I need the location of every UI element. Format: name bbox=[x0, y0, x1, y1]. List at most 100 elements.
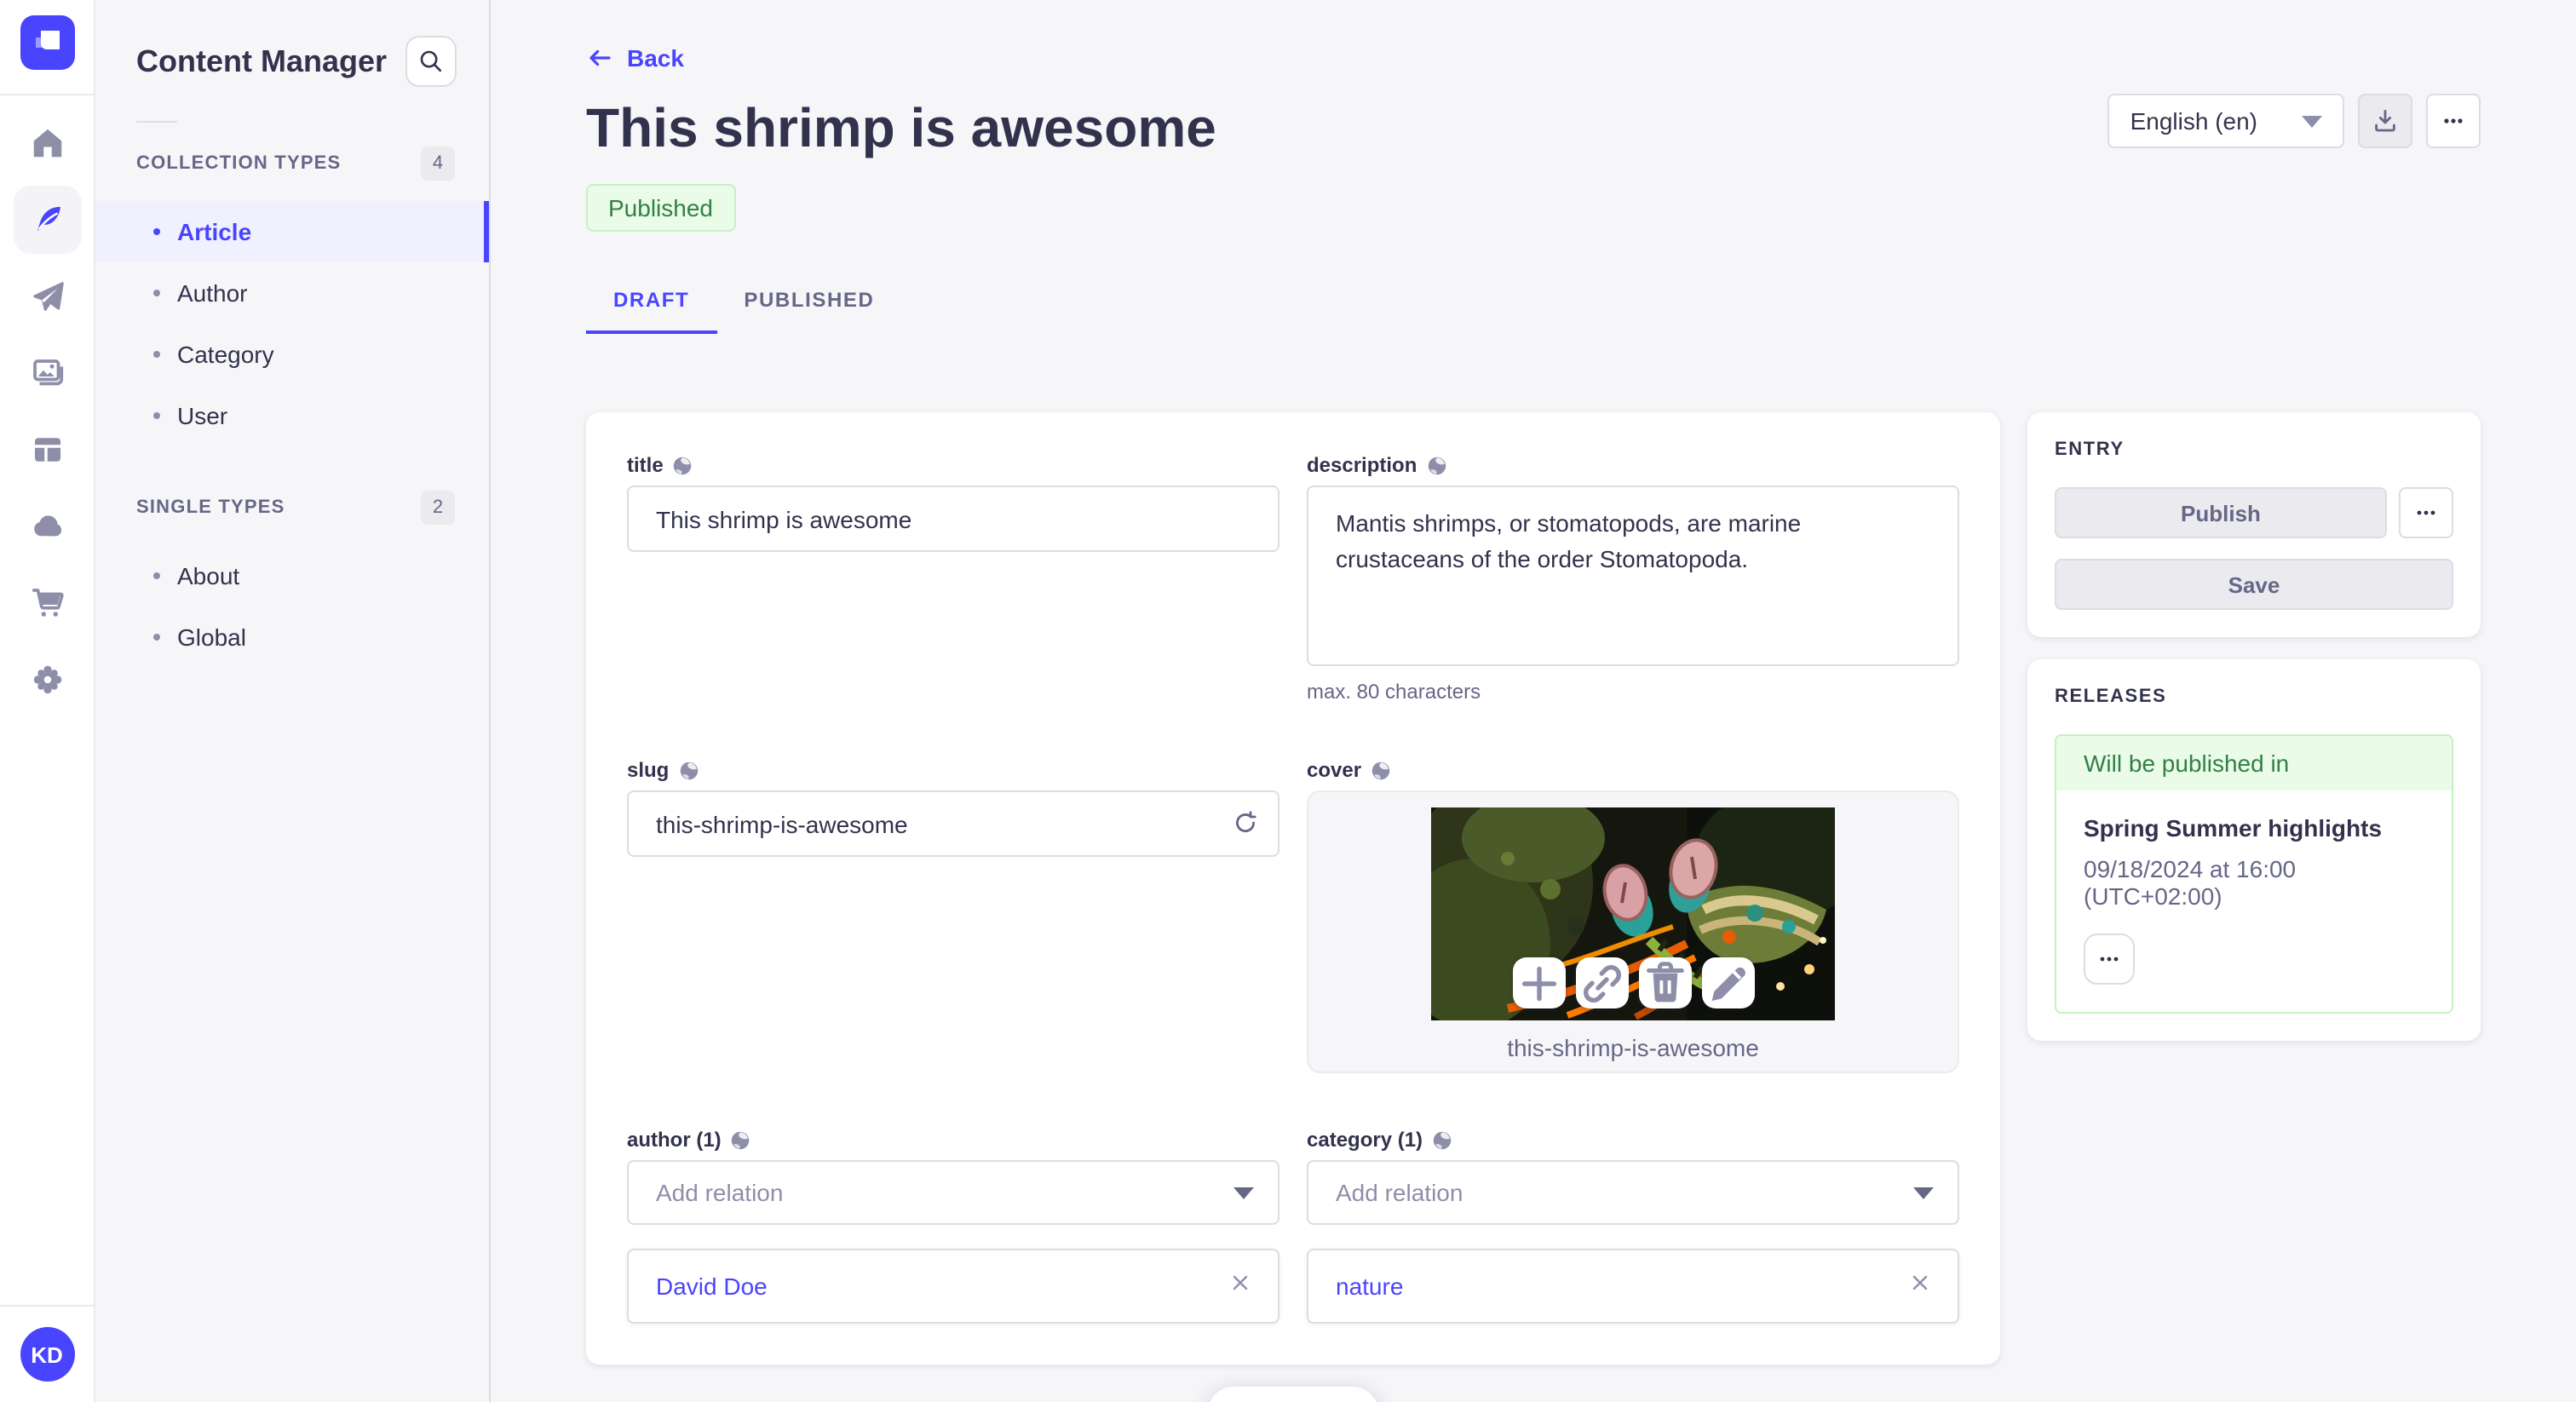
page-title: This shrimp is awesome bbox=[586, 97, 1216, 158]
single-types-count: 2 bbox=[421, 491, 455, 525]
description-textarea[interactable]: Mantis shrimps, or stomatopods, are mari… bbox=[1307, 486, 1959, 666]
title-field-label: title bbox=[627, 453, 664, 477]
description-field-label: description bbox=[1307, 453, 1417, 477]
release-title[interactable]: Spring Summer highlights bbox=[2084, 814, 2424, 842]
pencil-icon bbox=[1711, 966, 1745, 1001]
category-relation-item: nature bbox=[1307, 1249, 1959, 1324]
header-controls: English (en) bbox=[2107, 94, 2481, 148]
collection-types-label: COLLECTION TYPES bbox=[136, 153, 342, 174]
marketplace-cart-icon[interactable] bbox=[13, 569, 81, 637]
settings-gear-icon[interactable] bbox=[13, 646, 81, 714]
category-relation-select[interactable]: Add relation bbox=[1307, 1160, 1959, 1225]
edit-media-button[interactable] bbox=[1701, 957, 1754, 1008]
content-manager-icon[interactable] bbox=[13, 186, 81, 254]
globe-icon bbox=[1371, 761, 1390, 779]
sidebar-item-label: Global bbox=[177, 623, 246, 651]
releases-panel: RELEASES Will be published in Spring Sum… bbox=[2027, 659, 2481, 1041]
sidebar-item-about[interactable]: About bbox=[95, 545, 489, 606]
subnav-divider bbox=[136, 121, 177, 123]
category-relation-link[interactable]: nature bbox=[1336, 1273, 1403, 1300]
tab-draft[interactable]: DRAFT bbox=[586, 288, 717, 334]
title-input[interactable] bbox=[627, 486, 1279, 552]
sidebar-item-article[interactable]: Article bbox=[95, 201, 489, 262]
chevron-down-icon bbox=[1913, 1187, 1934, 1198]
cover-media-panel: this-shrimp-is-awesome bbox=[1307, 790, 1959, 1073]
media-library-icon[interactable] bbox=[13, 339, 81, 407]
refresh-icon bbox=[1236, 811, 1256, 833]
rail-nav bbox=[13, 109, 81, 714]
main-content: Back This shrimp is awesome English (en)… bbox=[491, 0, 2576, 1402]
field-author: author (1) Add relation David Doe bbox=[627, 1128, 1279, 1324]
export-button[interactable] bbox=[2358, 94, 2412, 148]
cover-field-label: cover bbox=[1307, 758, 1362, 782]
entry-panel-title: ENTRY bbox=[2055, 440, 2125, 460]
deploy-cloud-icon[interactable] bbox=[13, 492, 81, 560]
release-more-button[interactable] bbox=[2084, 934, 2135, 985]
download-icon bbox=[2375, 110, 2395, 132]
author-relation-link[interactable]: David Doe bbox=[656, 1273, 768, 1300]
sidebar-item-category[interactable]: Category bbox=[95, 324, 489, 385]
slug-field-label: slug bbox=[627, 758, 670, 782]
author-relation-item: David Doe bbox=[627, 1249, 1279, 1324]
delete-media-button[interactable] bbox=[1638, 957, 1691, 1008]
remove-author-relation-button[interactable] bbox=[1227, 1268, 1254, 1304]
publish-button[interactable]: Publish bbox=[2055, 487, 2387, 538]
back-link[interactable]: Back bbox=[586, 44, 684, 72]
sidebar-item-label: Article bbox=[177, 218, 252, 245]
release-status: Will be published in bbox=[2056, 736, 2452, 790]
release-card: Will be published in Spring Summer highl… bbox=[2055, 734, 2453, 1014]
bullet-icon bbox=[153, 572, 160, 579]
locale-value: English (en) bbox=[2130, 107, 2257, 135]
content-manager-subnav: Content Manager COLLECTION TYPES 4 Artic… bbox=[95, 0, 491, 1402]
sidebar-item-label: User bbox=[177, 402, 228, 429]
back-label: Back bbox=[627, 44, 684, 72]
save-button[interactable]: Save bbox=[2055, 559, 2453, 610]
logo-cell bbox=[0, 0, 95, 95]
main-nav-rail: KD bbox=[0, 0, 95, 1402]
locale-select[interactable]: English (en) bbox=[2107, 94, 2344, 148]
close-icon bbox=[1233, 1274, 1248, 1290]
sidebar-item-author[interactable]: Author bbox=[95, 262, 489, 324]
back-arrow-icon bbox=[589, 49, 611, 66]
search-button[interactable] bbox=[405, 36, 457, 87]
content-type-builder-icon[interactable] bbox=[13, 416, 81, 484]
category-field-label: category (1) bbox=[1307, 1128, 1423, 1152]
entry-more-button[interactable] bbox=[2399, 487, 2453, 538]
category-placeholder: Add relation bbox=[1336, 1179, 1463, 1206]
field-title: title bbox=[627, 453, 1279, 704]
collection-types-list: Article Author Category User bbox=[95, 201, 489, 446]
sidebar-item-label: Category bbox=[177, 341, 274, 368]
regenerate-slug-button[interactable] bbox=[1232, 809, 1259, 845]
edit-form-card: title description Mantis shrimps, or sto… bbox=[586, 412, 2000, 1365]
copy-link-button[interactable] bbox=[1575, 957, 1628, 1008]
releases-icon[interactable] bbox=[13, 262, 81, 330]
releases-panel-title: RELEASES bbox=[2055, 687, 2167, 707]
add-media-button[interactable] bbox=[1512, 957, 1565, 1008]
link-icon bbox=[1582, 963, 1621, 1003]
version-tabs: DRAFT PUBLISHED bbox=[586, 288, 2481, 334]
remove-category-relation-button[interactable] bbox=[1906, 1268, 1934, 1304]
rail-footer: KD bbox=[0, 1305, 95, 1402]
globe-icon bbox=[732, 1130, 750, 1149]
field-slug: slug bbox=[627, 758, 1279, 1073]
cover-image[interactable] bbox=[1431, 807, 1835, 1020]
floating-toolbar-peek[interactable] bbox=[1208, 1387, 1378, 1402]
field-cover: cover this-shrimp-is-awesome bbox=[1307, 758, 1959, 1073]
tab-published[interactable]: PUBLISHED bbox=[716, 288, 901, 334]
slug-input[interactable] bbox=[627, 790, 1279, 857]
ellipsis-icon bbox=[2444, 118, 2463, 124]
bullet-icon bbox=[153, 634, 160, 641]
sidebar-item-global[interactable]: Global bbox=[95, 606, 489, 668]
more-actions-button[interactable] bbox=[2426, 94, 2481, 148]
close-icon bbox=[1912, 1274, 1928, 1290]
strapi-logo[interactable] bbox=[20, 15, 74, 78]
bullet-icon bbox=[153, 412, 160, 419]
ellipsis-icon bbox=[2100, 957, 2119, 962]
field-category: category (1) Add relation nature bbox=[1307, 1128, 1959, 1324]
sidebar-item-user[interactable]: User bbox=[95, 385, 489, 446]
status-badge: Published bbox=[586, 184, 735, 232]
ellipsis-icon bbox=[2417, 510, 2435, 515]
home-icon[interactable] bbox=[13, 109, 81, 177]
author-relation-select[interactable]: Add relation bbox=[627, 1160, 1279, 1225]
avatar[interactable]: KD bbox=[20, 1327, 74, 1382]
